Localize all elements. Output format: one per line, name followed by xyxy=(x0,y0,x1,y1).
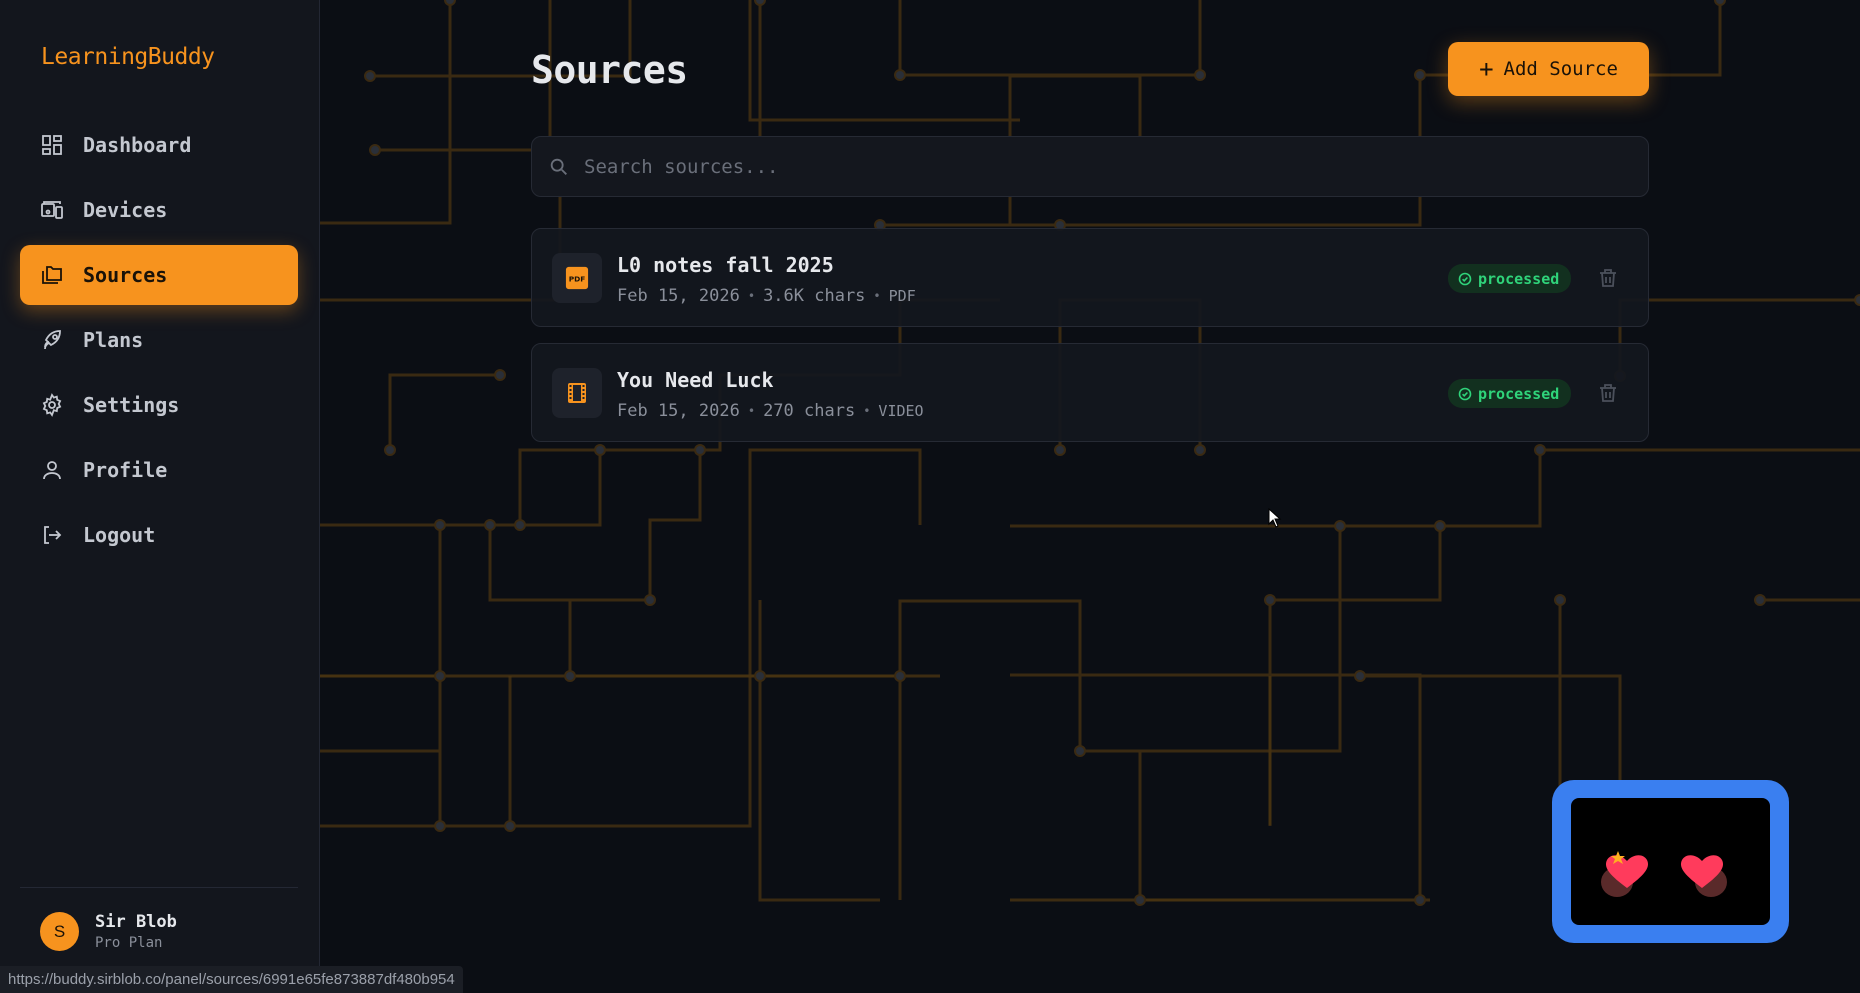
sidebar-item-dashboard[interactable]: Dashboard xyxy=(20,115,298,175)
trash-icon[interactable] xyxy=(1596,381,1620,405)
sidebar-item-label: Sources xyxy=(83,263,168,287)
plus-icon: + xyxy=(1479,55,1494,83)
svg-text:PDF: PDF xyxy=(569,275,586,284)
separator-dot: • xyxy=(873,289,881,303)
source-type: VIDEO xyxy=(878,402,924,420)
sidebar-item-settings[interactable]: Settings xyxy=(20,375,298,435)
source-size: 270 chars xyxy=(763,401,856,421)
source-card[interactable]: You Need Luck Feb 15, 2026 • 270 chars •… xyxy=(531,343,1649,442)
add-source-button[interactable]: + Add Source xyxy=(1448,42,1649,96)
source-type: PDF xyxy=(888,287,916,305)
check-circle-icon xyxy=(1458,387,1472,400)
source-date: Feb 15, 2026 xyxy=(617,286,740,306)
sidebar-item-label: Dashboard xyxy=(83,133,192,157)
page-title: Sources xyxy=(531,48,688,92)
companion-widget[interactable] xyxy=(1552,780,1789,943)
user-name: Sir Blob xyxy=(95,912,177,932)
sidebar-item-sources[interactable]: Sources xyxy=(20,245,298,305)
sidebar-item-label: Devices xyxy=(83,198,168,222)
sidebar-item-label: Plans xyxy=(83,328,144,352)
source-size: 3.6K chars xyxy=(763,286,866,306)
pdf-icon: PDF xyxy=(552,253,602,303)
sidebar-nav: Dashboard Devices Sources Plans Settings xyxy=(20,115,298,570)
sidebar-item-profile[interactable]: Profile xyxy=(20,440,298,500)
source-card[interactable]: PDF L0 notes fall 2025 Feb 15, 2026 • 3.… xyxy=(531,228,1649,327)
separator-dot: • xyxy=(747,404,756,418)
source-date: Feb 15, 2026 xyxy=(617,401,740,421)
user-profile-card[interactable]: S Sir Blob Pro Plan xyxy=(40,912,177,951)
add-source-label: Add Source xyxy=(1503,58,1618,80)
brand-logo[interactable]: LearningBuddy xyxy=(41,44,215,70)
film-icon xyxy=(552,368,602,418)
search-icon xyxy=(548,156,570,178)
sidebar: LearningBuddy Dashboard Devices Sources … xyxy=(0,0,320,993)
source-meta: Feb 15, 2026 • 270 chars • VIDEO xyxy=(617,401,924,421)
sidebar-item-label: Logout xyxy=(83,523,156,547)
dashboard-icon xyxy=(40,133,64,157)
rocket-icon xyxy=(40,328,64,352)
sidebar-item-label: Settings xyxy=(83,393,180,417)
gear-icon xyxy=(40,393,64,417)
sidebar-item-plans[interactable]: Plans xyxy=(20,310,298,370)
sidebar-item-devices[interactable]: Devices xyxy=(20,180,298,240)
source-meta: Feb 15, 2026 • 3.6K chars • PDF xyxy=(617,286,916,306)
separator-dot: • xyxy=(863,404,871,418)
status-label: processed xyxy=(1478,269,1560,288)
trash-icon[interactable] xyxy=(1596,266,1620,290)
heart-eyes-icon xyxy=(1601,851,1727,897)
check-circle-icon xyxy=(1458,272,1472,285)
companion-screen xyxy=(1571,798,1770,925)
sidebar-item-logout[interactable]: Logout xyxy=(20,505,298,565)
source-title: L0 notes fall 2025 xyxy=(617,253,834,277)
user-plan: Pro Plan xyxy=(95,935,163,951)
mouse-cursor-icon xyxy=(1268,508,1282,528)
source-list: PDF L0 notes fall 2025 Feb 15, 2026 • 3.… xyxy=(531,228,1649,458)
folders-icon xyxy=(40,263,64,287)
search-bar xyxy=(531,136,1649,197)
search-input[interactable] xyxy=(584,155,1648,178)
status-label: processed xyxy=(1478,384,1560,403)
status-badge: processed xyxy=(1448,379,1572,408)
avatar: S xyxy=(40,912,79,951)
user-icon xyxy=(40,458,64,482)
sidebar-divider xyxy=(20,887,298,888)
devices-icon xyxy=(40,198,64,222)
source-title: You Need Luck xyxy=(617,368,774,392)
separator-dot: • xyxy=(747,289,756,303)
status-badge: processed xyxy=(1448,264,1572,293)
sidebar-item-label: Profile xyxy=(83,458,168,482)
logout-icon xyxy=(40,523,64,547)
status-bar-url: https://buddy.sirblob.co/panel/sources/6… xyxy=(0,966,463,993)
